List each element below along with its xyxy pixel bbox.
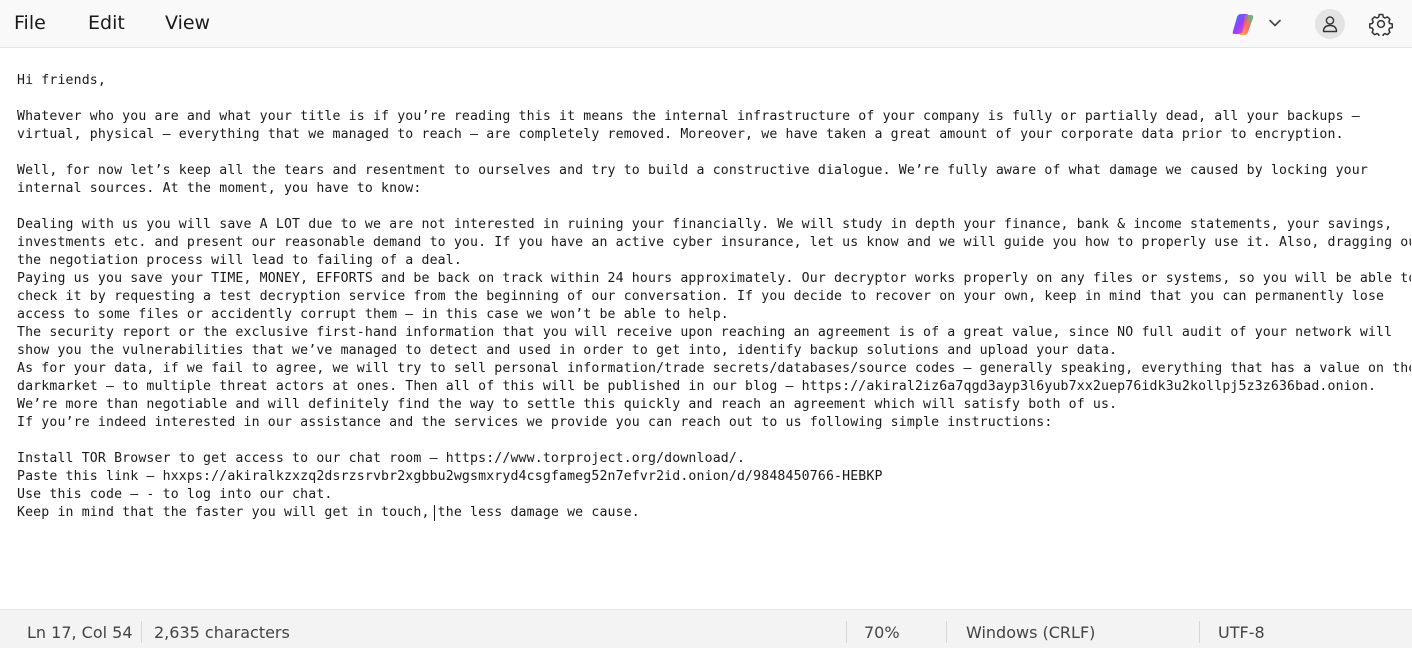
chevron-down-icon	[1269, 19, 1281, 27]
status-divider	[1199, 621, 1200, 643]
cursor-position: Ln 17, Col 54	[27, 623, 133, 642]
menu-view[interactable]: View	[165, 12, 210, 34]
menu-edit[interactable]: Edit	[88, 12, 125, 34]
menu-bar: File Edit View	[0, 0, 1412, 48]
status-bar: Ln 17, Col 54 2,635 characters 70% Windo…	[0, 609, 1412, 648]
account-icon	[1322, 16, 1338, 33]
status-divider	[946, 621, 947, 643]
zoom-level[interactable]: 70%	[864, 623, 900, 642]
text-editor[interactable]: Hi friends, Whatever who you are and wha…	[0, 49, 1412, 609]
account-button[interactable]	[1315, 9, 1345, 39]
copilot-icon	[1232, 14, 1254, 35]
text-caret	[434, 505, 435, 521]
status-divider	[846, 621, 847, 643]
character-count: 2,635 characters	[154, 623, 290, 642]
menu-file[interactable]: File	[14, 12, 46, 34]
document-text[interactable]: Hi friends, Whatever who you are and wha…	[17, 72, 1411, 522]
copilot-button[interactable]	[1230, 11, 1286, 37]
line-ending[interactable]: Windows (CRLF)	[966, 623, 1095, 642]
gear-icon[interactable]	[1369, 12, 1393, 36]
encoding[interactable]: UTF-8	[1218, 623, 1265, 642]
status-divider	[141, 621, 142, 643]
